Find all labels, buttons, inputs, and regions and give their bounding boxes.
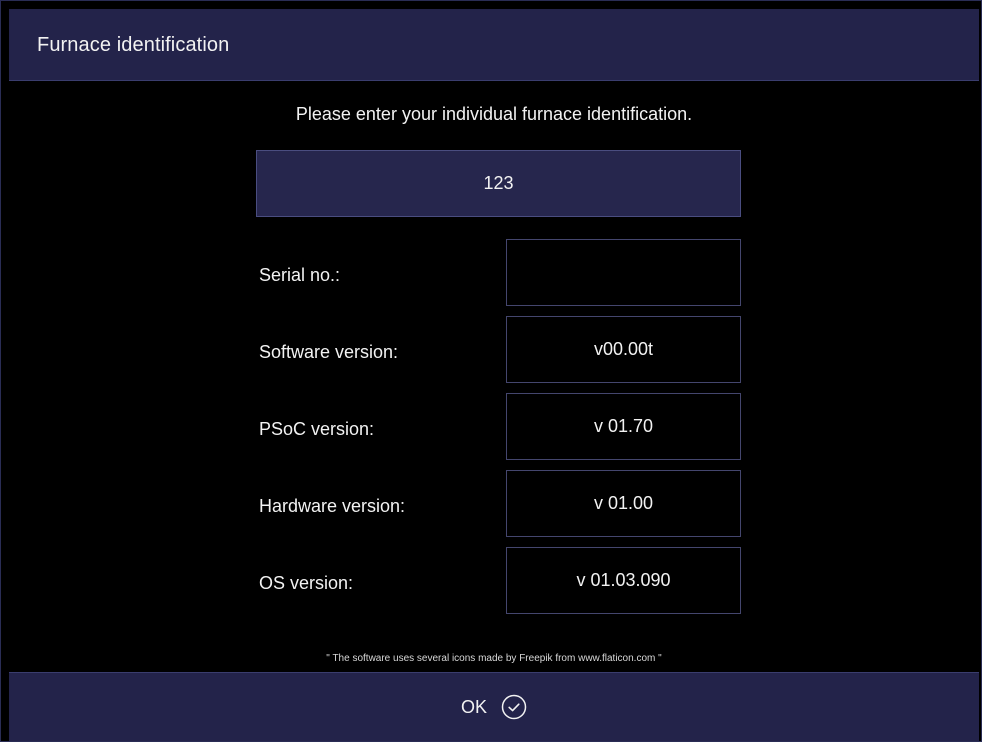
ok-label: OK — [460, 696, 487, 717]
software-version-field: v00.00t — [506, 316, 741, 383]
hardware-version-field: v 01.00 — [506, 470, 741, 537]
check-circle-icon — [501, 694, 527, 720]
footer-bar: OK — [9, 672, 979, 741]
psoc-version-label: PSoC version: — [259, 419, 375, 439]
os-version-field: v 01.03.090 — [506, 547, 741, 614]
os-version-label: OS version: — [259, 573, 354, 593]
title-bar: Furnace identification — [9, 9, 979, 81]
furnace-id-input[interactable]: 123 — [256, 150, 741, 217]
instruction-text: Please enter your individual furnace ide… — [295, 104, 693, 124]
dialog-window: Furnace identification Please enter your… — [0, 0, 982, 742]
icon-credit-text: " The software uses several icons made b… — [326, 653, 662, 664]
window-title: Furnace identification — [37, 34, 230, 56]
serial-number-label: Serial no.: — [259, 265, 341, 285]
serial-number-field — [506, 239, 741, 306]
hardware-version-label: Hardware version: — [259, 496, 406, 516]
psoc-version-field: v 01.70 — [506, 393, 741, 460]
software-version-label: Software version: — [259, 342, 399, 362]
ok-button[interactable]: OK — [9, 673, 979, 741]
